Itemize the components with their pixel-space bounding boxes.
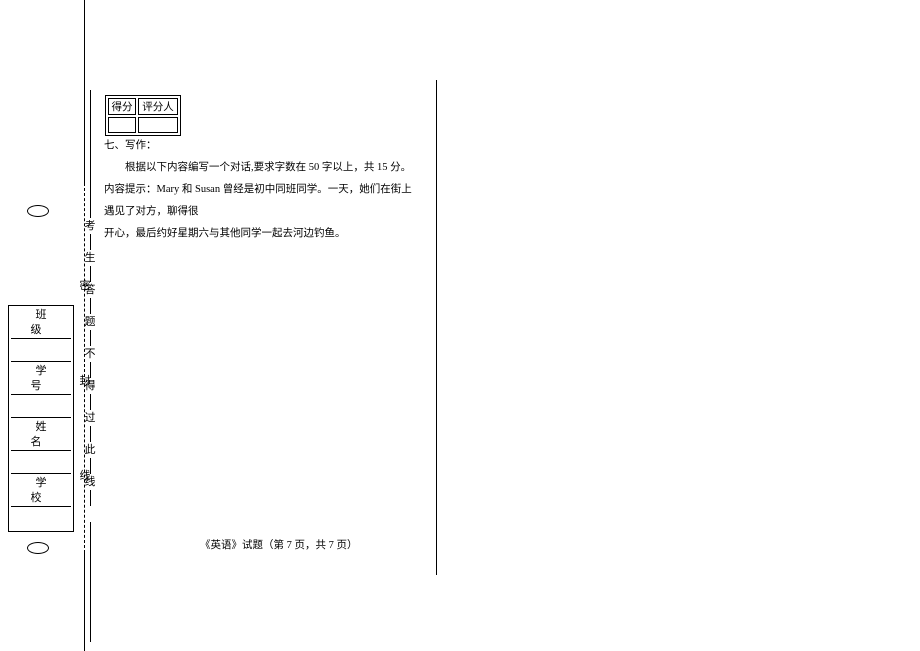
inner-line xyxy=(90,490,91,506)
inner-line xyxy=(90,298,91,314)
instruction: 根据以下内容编写一个对话,要求字数在 50 字以上，共 15 分。 xyxy=(104,157,414,179)
student-info-table: 班 级 学 号 姓 名 学 校 xyxy=(8,305,74,532)
question-body: 七、写作： 根据以下内容编写一个对话,要求字数在 50 字以上，共 15 分。 … xyxy=(104,135,414,245)
binding-char: 生 xyxy=(82,253,98,264)
score-box: 得分 评分人 xyxy=(105,95,181,136)
inner-line xyxy=(90,394,91,410)
hole-line xyxy=(0,1,68,2)
binding-char: 此 xyxy=(82,445,98,456)
binding-char: 过 xyxy=(82,413,98,424)
hint-line1: 内容提示：Mary 和 Susan 曾经是初中同班同学。一天，她们在街上遇见了对… xyxy=(104,179,414,223)
hint-line2: 开心，最后约好星期六与其他同学一起去河边钓鱼。 xyxy=(104,223,414,245)
seal-char: 封 xyxy=(77,376,93,387)
label-class: 班 级 xyxy=(11,308,71,339)
binding-char: 考 xyxy=(82,221,98,232)
seal-char: 线 xyxy=(77,471,93,482)
page-divider xyxy=(436,80,437,575)
punch-hole xyxy=(27,205,49,217)
score-cell[interactable] xyxy=(108,117,136,133)
input-number[interactable] xyxy=(11,397,71,418)
scorer-header: 评分人 xyxy=(138,98,178,115)
input-name[interactable] xyxy=(11,453,71,474)
input-school[interactable] xyxy=(11,509,71,529)
inner-line xyxy=(90,234,91,250)
binding-char: 题 xyxy=(82,317,98,328)
seal-char: 密 xyxy=(77,281,93,292)
binding-line xyxy=(84,0,85,183)
inner-line xyxy=(90,522,91,642)
punch-hole xyxy=(27,542,49,554)
binding-dashed xyxy=(84,183,85,553)
binding-char: 不 xyxy=(82,349,98,360)
exam-page: 考 生 答 题 不 得 过 此 线 密 封 线 班 级 学 号 姓 名 学 校 … xyxy=(0,0,920,651)
inner-line xyxy=(90,330,91,346)
input-class[interactable] xyxy=(11,341,71,362)
page-footer: 《英语》试题（第 7 页，共 7 页） xyxy=(200,537,358,552)
label-school: 学 校 xyxy=(11,476,71,507)
score-header: 得分 xyxy=(108,98,136,115)
inner-line xyxy=(90,426,91,442)
label-name: 姓 名 xyxy=(11,420,71,451)
binding-line xyxy=(84,553,85,651)
section-title: 七、写作： xyxy=(104,135,414,157)
scorer-cell[interactable] xyxy=(138,117,178,133)
label-number: 学 号 xyxy=(11,364,71,395)
inner-line xyxy=(90,90,91,218)
